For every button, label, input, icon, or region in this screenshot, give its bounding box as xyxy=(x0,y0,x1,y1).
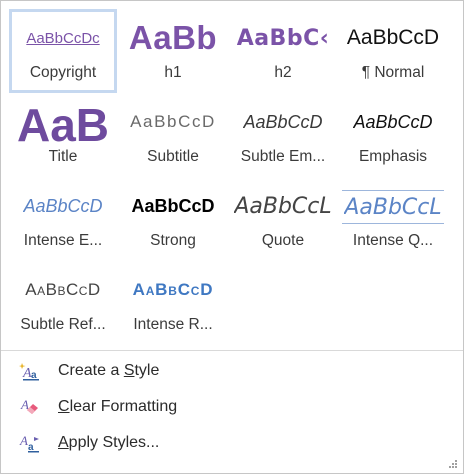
clear-formatting-label: Clear Formatting xyxy=(58,398,178,415)
style-preview: AaBbCcD xyxy=(346,26,440,49)
style-intense-emphasis[interactable]: AaBbCcD Intense E... xyxy=(9,177,117,261)
style-title[interactable]: AaB Title xyxy=(9,93,117,177)
create-style-label: Create a Style xyxy=(58,362,160,379)
style-label: h2 xyxy=(274,64,292,81)
svg-text:A: A xyxy=(19,433,28,448)
style-label: Subtle Ref... xyxy=(20,316,106,333)
apply-styles-icon: A a xyxy=(19,432,41,454)
style-intense-quote[interactable]: AaBbCcL Intense Q... xyxy=(339,177,447,261)
style-subtle-emphasis[interactable]: AaBbCcD Subtle Em... xyxy=(229,93,337,177)
clear-formatting-menu-item[interactable]: A Clear Formatting xyxy=(9,389,449,425)
style-preview: AaBbCcD xyxy=(243,111,323,132)
style-preview: AaBbCcD xyxy=(353,111,433,132)
style-label: Emphasis xyxy=(358,148,428,165)
apply-styles-label: Apply Styles... xyxy=(58,434,160,451)
style-h2[interactable]: AaBbC‹ h2 xyxy=(229,9,337,93)
style-label: Copyright xyxy=(29,64,97,81)
eraser-icon: A xyxy=(19,396,41,418)
style-label: Intense Q... xyxy=(352,232,434,249)
style-label: Subtitle xyxy=(147,148,199,165)
style-label: Strong xyxy=(150,232,196,249)
style-label: Intense R... xyxy=(133,316,213,333)
styles-menu: A a Create a Style A Clear Formatting A xyxy=(9,353,449,461)
style-label: Title xyxy=(48,148,78,165)
resize-grip-icon[interactable] xyxy=(448,459,458,469)
style-intense-reference[interactable]: AaBbCcD Intense R... xyxy=(119,261,227,345)
styles-gallery-dropdown: AaBbCcDc Copyright AaBb h1 AaBbC‹ h2 AaB… xyxy=(0,0,464,474)
style-preview: AaBbCcDc xyxy=(26,29,100,47)
style-label: h1 xyxy=(164,64,182,81)
style-label: Subtle Em... xyxy=(240,148,326,165)
style-label: ¶ Normal xyxy=(361,64,425,81)
style-preview: AaBbC‹ xyxy=(236,25,330,51)
menu-separator xyxy=(1,350,463,351)
style-preview: AaBbCcD xyxy=(130,112,216,131)
styles-grid: AaBbCcDc Copyright AaBb h1 AaBbC‹ h2 AaB… xyxy=(9,9,447,345)
style-normal[interactable]: AaBbCcD ¶ Normal xyxy=(339,9,447,93)
style-preview: AaBbCcD xyxy=(131,195,215,216)
style-preview: AaB xyxy=(16,102,110,148)
style-label: Quote xyxy=(261,232,305,249)
style-subtle-reference[interactable]: AaBbCcD Subtle Ref... xyxy=(9,261,117,345)
style-copyright[interactable]: AaBbCcDc Copyright xyxy=(9,9,117,93)
style-strong[interactable]: AaBbCcD Strong xyxy=(119,177,227,261)
style-preview: AaBbCcD xyxy=(132,280,214,299)
style-preview: AaBbCcD xyxy=(23,195,103,216)
style-label: Intense E... xyxy=(23,232,103,249)
apply-styles-menu-item[interactable]: A a Apply Styles... xyxy=(9,425,449,461)
style-preview: AaBbCcD xyxy=(25,280,101,299)
style-h1[interactable]: AaBb h1 xyxy=(119,9,227,93)
style-emphasis[interactable]: AaBbCcD Emphasis xyxy=(339,93,447,177)
create-style-menu-item[interactable]: A a Create a Style xyxy=(9,353,449,389)
create-style-icon: A a xyxy=(19,360,41,382)
style-preview: AaBb xyxy=(128,19,218,56)
style-preview: AaBbCcL xyxy=(234,193,332,219)
style-subtitle[interactable]: AaBbCcD Subtitle xyxy=(119,93,227,177)
style-quote[interactable]: AaBbCcL Quote xyxy=(229,177,337,261)
style-preview: AaBbCcL xyxy=(344,194,442,220)
